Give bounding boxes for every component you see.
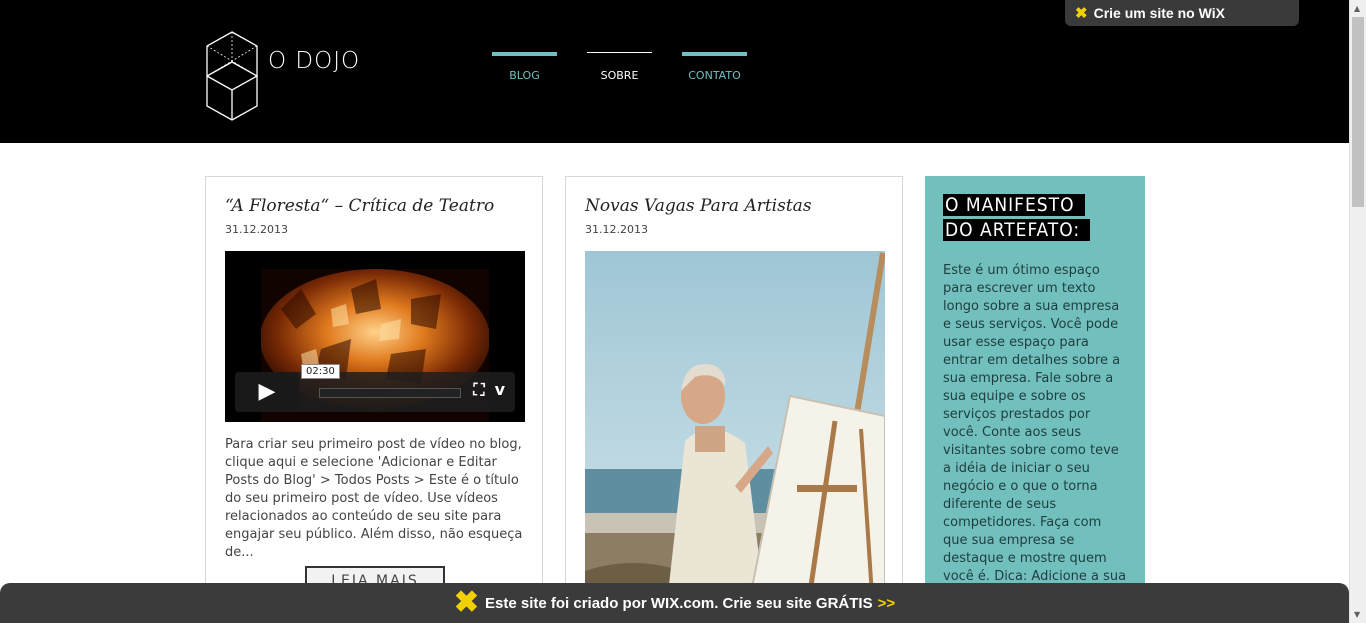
wix-promo-banner[interactable]: ✖ Este site foi criado por WIX.com. Crie… — [0, 583, 1349, 623]
nav-item-blog[interactable]: BLOG — [492, 52, 557, 82]
wix-badge-label: Crie um site no WiX — [1093, 5, 1225, 21]
video-progress-bar[interactable] — [319, 388, 461, 398]
post-excerpt: Para criar seu primeiro post de vídeo no… — [225, 437, 523, 560]
page: O DOJO BLOG SOBRE CONTATO ✖ Crie um site… — [0, 0, 1349, 623]
scroll-down-icon[interactable]: ▼ — [1354, 610, 1360, 619]
blog-post-card: Novas Vagas Para Artistas 31.12.2013 — [565, 176, 903, 623]
post-date: 31.12.2013 — [585, 223, 648, 236]
banner-text: Este site foi criado por WIX.com. Crie s… — [485, 594, 873, 612]
manifest-box: O MANIFESTO DO ARTEFATO: Este é um ótimo… — [925, 176, 1145, 623]
scrollbar-thumb[interactable] — [1352, 17, 1364, 207]
video-duration: 02:30 — [301, 364, 340, 379]
site-logo[interactable]: O DOJO — [204, 30, 360, 122]
video-controls: ▶ 02:30 ⛶ v — [235, 364, 515, 412]
blog-post-card: “A Floresta“ – Crítica de Teatro 31.12.2… — [205, 176, 543, 623]
vertical-scrollbar[interactable]: ▲ ▼ — [1349, 0, 1366, 623]
painter-photo[interactable] — [585, 251, 885, 623]
wix-x-icon: ✖ — [1075, 5, 1088, 22]
banner-arrow: >> — [877, 594, 896, 612]
manifest-title: O MANIFESTO DO ARTEFATO: — [943, 193, 1103, 243]
video-player[interactable]: ▶ 02:30 ⛶ v — [225, 251, 525, 422]
wix-create-site-badge[interactable]: ✖ Crie um site no WiX — [1065, 0, 1299, 26]
post-date: 31.12.2013 — [225, 223, 288, 236]
scroll-up-icon[interactable]: ▲ — [1354, 4, 1360, 13]
post-title[interactable]: Novas Vagas Para Artistas — [585, 196, 812, 216]
vimeo-icon[interactable]: v — [495, 380, 505, 400]
wix-logo-icon: ✖ — [453, 586, 479, 619]
fullscreen-icon[interactable]: ⛶ — [473, 380, 484, 400]
hexagon-cube-logo-icon — [206, 31, 259, 121]
main-nav: BLOG SOBRE CONTATO — [492, 52, 777, 82]
site-name: O DOJO — [268, 48, 361, 74]
nav-item-contato[interactable]: CONTATO — [682, 52, 747, 82]
site-header: O DOJO BLOG SOBRE CONTATO ✖ Crie um site… — [0, 0, 1349, 143]
manifest-text: Este é um ótimo espaço para escrever um … — [943, 263, 1127, 620]
play-icon[interactable]: ▶ — [235, 372, 299, 412]
nav-item-sobre[interactable]: SOBRE — [587, 52, 652, 82]
post-title[interactable]: “A Floresta“ – Crítica de Teatro — [225, 196, 494, 216]
